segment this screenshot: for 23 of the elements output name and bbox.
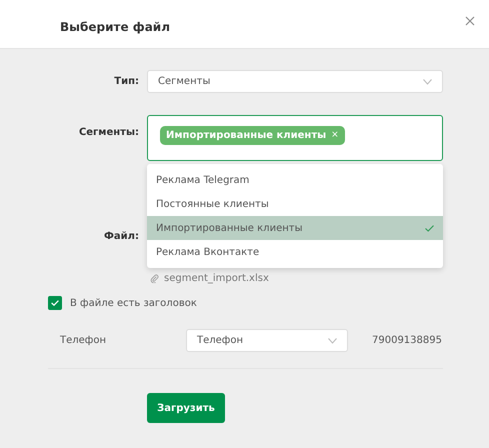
sample-value: 79009138895 xyxy=(372,335,443,346)
field-label: Сегменты: xyxy=(78,126,139,138)
checkbox-label: В файле есть заголовок xyxy=(70,298,197,308)
file-name-link[interactable]: segment_import.xlsx xyxy=(164,273,269,284)
dropdown-option[interactable]: Постоянные клиенты xyxy=(147,192,443,216)
chevron-down-icon xyxy=(423,78,432,84)
tag-label: Импортированные клиенты xyxy=(166,130,326,141)
field-select[interactable]: Телефон xyxy=(186,329,348,352)
dropdown-option[interactable]: Реклама Вконтакте xyxy=(147,240,443,264)
dropdown-option[interactable]: Реклама Telegram xyxy=(147,168,443,192)
paperclip-icon xyxy=(150,274,159,283)
checkbox[interactable] xyxy=(48,296,62,310)
checkmark-icon xyxy=(425,224,434,232)
upload-button[interactable]: Загрузить xyxy=(147,393,225,423)
field-label: Файл: xyxy=(103,231,139,242)
column-name: Телефон xyxy=(60,335,108,346)
check-icon xyxy=(51,300,59,306)
dialog-title: Выберите файл xyxy=(60,20,170,34)
field-label: Тип: xyxy=(113,76,139,87)
close-icon[interactable] xyxy=(463,14,477,28)
dropdown-option[interactable]: Импортированные клиенты xyxy=(147,216,443,240)
type-select[interactable]: Сегменты xyxy=(147,70,443,93)
chevron-down-icon xyxy=(328,338,337,344)
